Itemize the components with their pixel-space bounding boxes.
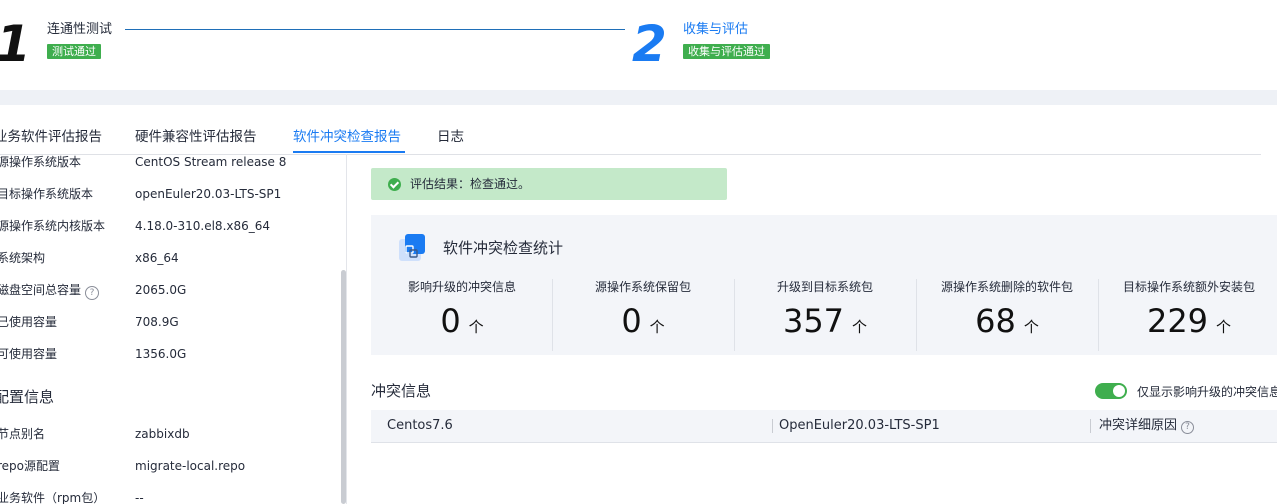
stat-unit: 个 (1216, 318, 1232, 336)
info-value: 1356.0G (135, 347, 187, 361)
step-1-status-badge: 测试通过 (47, 44, 101, 59)
info-value: 708.9G (135, 315, 179, 329)
conflict-info-title: 冲突信息 (371, 382, 432, 400)
column-header-text: 冲突详细原因 (1099, 418, 1178, 433)
stat-number: 0 (621, 302, 642, 340)
step-1-number: 1 (0, 19, 31, 69)
header-separator-band (0, 90, 1277, 105)
column-header-conflict-reason[interactable]: 冲突详细原因? (1099, 418, 1195, 434)
stat-value: 229 个 (1098, 301, 1277, 347)
steps-header: 1 连通性测试 测试通过 2 收集与评估 收集与评估通过 (0, 0, 1277, 90)
stat-number: 0 (440, 302, 461, 340)
conflict-stats-title: 软件冲突检查统计 (443, 239, 564, 257)
stat-value: 0个 (552, 301, 734, 347)
info-value: openEuler20.03-LTS-SP1 (135, 187, 282, 201)
step-2-number: 2 (632, 15, 667, 73)
config-label: repo源配置 (0, 459, 61, 473)
help-icon[interactable]: ? (1181, 421, 1195, 434)
info-label: 目标操作系统版本 (0, 187, 94, 201)
info-label: 源操作系统内核版本 (0, 219, 106, 233)
info-value: 2065.0G (135, 283, 187, 297)
info-label: 可使用容量 (0, 347, 58, 361)
info-label: 磁盘空间总容量? (0, 282, 100, 300)
package-stack-icon (399, 234, 425, 261)
stat-conflicts-affecting-upgrade: 影响升级的冲突信息 0个 (371, 279, 553, 351)
conflict-stats-card: 软件冲突检查统计 影响升级的冲突信息 0个 源操作系统保留包 0个 升级到目标系… (371, 215, 1277, 355)
info-value: x86_64 (135, 251, 179, 265)
stat-label: 源操作系统保留包 (594, 280, 691, 294)
config-value: migrate-local.repo (135, 459, 246, 473)
step-connector-line (125, 29, 625, 30)
step-2-title: 收集与评估 (683, 22, 749, 37)
conflict-table-header: Centos7.6 OpenEuler20.03-LTS-SP1 冲突详细原因? (371, 410, 1277, 443)
info-label: 系统架构 (0, 251, 46, 265)
stat-extra-installed-packages: 目标操作系统额外安装包 229 个 (1098, 279, 1277, 351)
tab-hardware-compatibility-report[interactable]: 硬件兼容性评估报告 (135, 128, 257, 146)
config-value: -- (135, 491, 144, 504)
evaluation-result-text: 评估结果：检查通过。 (410, 177, 531, 191)
stat-number: 229 (1146, 302, 1209, 340)
config-section-title: 配置信息 (0, 388, 55, 406)
stat-removed-packages: 源操作系统删除的软件包 68 个 (916, 279, 1098, 351)
info-value: CentOS Stream release 8 (135, 155, 287, 169)
tab-business-software-report[interactable]: 业务软件评估报告 (0, 128, 102, 146)
stat-label: 升级到目标系统包 (776, 280, 873, 294)
step-2-status-badge: 收集与评估通过 (683, 44, 770, 59)
stat-upgraded-packages: 升级到目标系统包 357 个 (734, 279, 916, 351)
step-1-title: 连通性测试 (47, 22, 113, 37)
system-info-panel: 源操作系统版本 CentOS Stream release 8 目标操作系统版本… (0, 154, 346, 504)
stat-unit: 个 (1023, 318, 1039, 336)
column-header-source-os[interactable]: Centos7.6 (387, 418, 453, 434)
stat-unit: 个 (649, 318, 665, 336)
config-label: 节点别名 (0, 427, 46, 441)
stat-label: 源操作系统删除的软件包 (940, 280, 1073, 294)
tab-log[interactable]: 日志 (437, 128, 464, 146)
stat-source-retained-packages: 源操作系统保留包 0个 (552, 279, 734, 351)
column-header-target-os[interactable]: OpenEuler20.03-LTS-SP1 (779, 418, 940, 434)
stat-label: 影响升级的冲突信息 (407, 280, 516, 294)
check-circle-icon (388, 178, 401, 191)
info-value: 4.18.0-310.el8.x86_64 (135, 219, 271, 233)
report-tabs: 业务软件评估报告 硬件兼容性评估报告 软件冲突检查报告 日志 (0, 116, 1261, 155)
stat-unit: 个 (468, 318, 484, 336)
config-label: 业务软件（rpm包） (0, 491, 106, 504)
config-value: zabbixdb (135, 427, 190, 441)
info-label: 已使用容量 (0, 315, 58, 329)
column-separator (772, 419, 773, 433)
show-upgrade-conflicts-toggle[interactable] (1095, 383, 1127, 399)
stat-value: 357 个 (734, 301, 916, 347)
evaluation-result-banner: 评估结果：检查通过。 (371, 168, 727, 200)
tab-software-conflict-report[interactable]: 软件冲突检查报告 (293, 128, 401, 146)
help-icon[interactable]: ? (85, 286, 100, 300)
info-label-text: 磁盘空间总容量 (0, 283, 82, 297)
stat-value: 68 个 (916, 301, 1098, 347)
active-tab-indicator (293, 151, 405, 153)
info-label: 源操作系统版本 (0, 155, 82, 169)
panel-divider (346, 154, 347, 504)
stat-unit: 个 (852, 318, 868, 336)
column-separator (1090, 419, 1091, 433)
toggle-label: 仅显示影响升级的冲突信息 (1137, 385, 1277, 399)
stat-label: 目标操作系统额外安装包 (1122, 280, 1255, 294)
stat-value: 0个 (371, 301, 553, 347)
stat-number: 357 (782, 302, 845, 340)
stat-number: 68 (975, 302, 1016, 340)
